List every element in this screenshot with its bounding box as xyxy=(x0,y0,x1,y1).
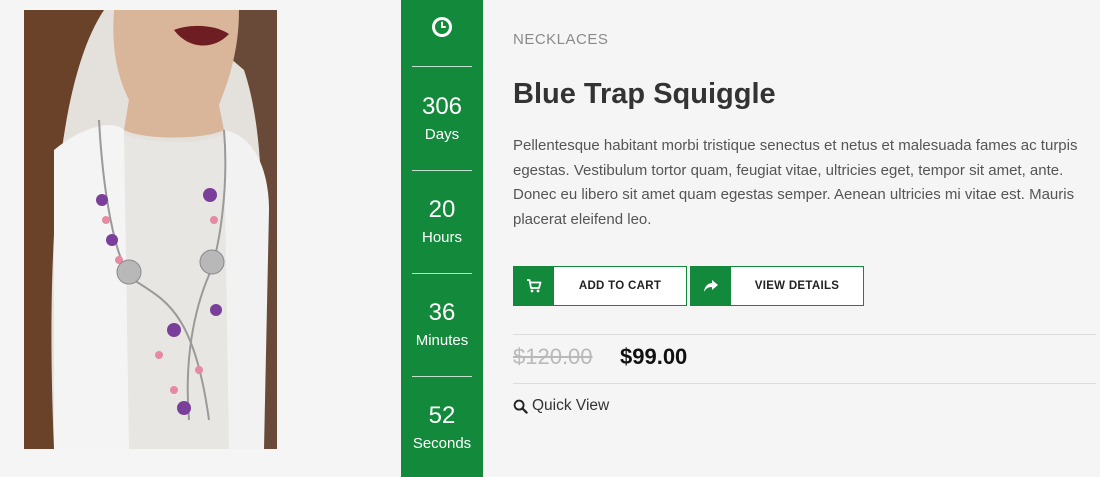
product-description: Pellentesque habitant morbi tristique se… xyxy=(513,137,1078,228)
old-price: $120.00 xyxy=(513,344,593,369)
add-to-cart-label: ADD TO CART xyxy=(578,280,662,292)
countdown-seconds-value: 52 xyxy=(428,402,456,429)
countdown-minutes-label: Minutes xyxy=(415,332,469,349)
price-divider-bottom xyxy=(513,383,1096,384)
countdown-seconds-label: Seconds xyxy=(412,435,472,452)
product-title[interactable]: Blue Trap Squiggle xyxy=(513,78,776,111)
countdown-hours-value: 20 xyxy=(428,196,456,223)
countdown-divider xyxy=(412,273,472,274)
quick-view-label: Quick View xyxy=(532,397,610,414)
countdown-divider xyxy=(412,170,472,171)
clock-icon xyxy=(432,17,452,37)
countdown-hours: 20 Hours xyxy=(401,196,483,248)
product-details: NECKLACES Blue Trap Squiggle Pellentesqu… xyxy=(513,0,1096,477)
countdown-hours-label: Hours xyxy=(421,229,462,246)
search-icon xyxy=(513,399,528,414)
countdown-days-label: Days xyxy=(424,126,460,143)
add-to-cart-button[interactable]: ADD TO CART xyxy=(513,266,687,306)
countdown-divider xyxy=(412,376,472,377)
necklace-photo xyxy=(24,10,277,449)
countdown-minutes: 36 Minutes xyxy=(401,299,483,351)
view-details-label: VIEW DETAILS xyxy=(754,280,840,292)
view-details-button[interactable]: VIEW DETAILS xyxy=(690,266,864,306)
share-arrow-icon xyxy=(691,267,731,305)
countdown-days: 306 Days xyxy=(401,93,483,145)
price-divider-top xyxy=(513,334,1096,335)
quick-view-link[interactable]: Quick View xyxy=(513,397,609,415)
countdown-divider xyxy=(412,66,472,67)
sale-price: $99.00 xyxy=(620,344,688,369)
countdown-timer: 306 Days 20 Hours 36 Minutes 52 Seconds xyxy=(401,0,483,477)
countdown-minutes-value: 36 xyxy=(428,299,456,326)
product-category-link[interactable]: NECKLACES xyxy=(513,31,608,48)
product-image[interactable] xyxy=(24,10,277,449)
countdown-days-value: 306 xyxy=(421,93,463,120)
countdown-seconds: 52 Seconds xyxy=(401,402,483,454)
cart-icon xyxy=(514,267,554,305)
